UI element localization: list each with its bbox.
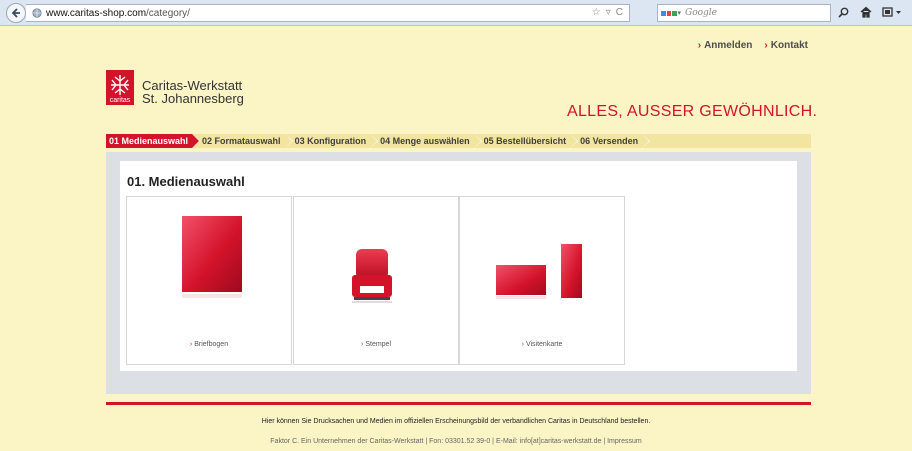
search-bar[interactable]: ▾ Google: [657, 4, 831, 22]
address-bar[interactable]: www.caritas-shop.com/category/ ☆ ▿ C: [26, 4, 630, 22]
step-label: 05 Bestellübersicht: [483, 136, 567, 146]
chevron-right-icon: ›: [697, 40, 702, 51]
step-label: 04 Menge auswählen: [380, 136, 470, 146]
footer-divider: [106, 402, 811, 405]
logo-mark-text: caritas: [109, 97, 131, 104]
business-card-image: [496, 244, 582, 299]
product-card-stempel[interactable]: › Stempel: [293, 196, 459, 365]
product-label: › Visitenkarte: [460, 341, 624, 348]
step-konfiguration[interactable]: 03 Konfiguration: [285, 134, 379, 148]
dropdown-arrow-icon[interactable]: ▿: [606, 7, 611, 18]
google-logo-icon[interactable]: ▾: [661, 7, 681, 19]
step-label: 02 Formatauswahl: [202, 136, 281, 146]
back-button[interactable]: [6, 3, 26, 23]
section-title: 01. Medienauswahl: [127, 174, 245, 189]
steps-bar: 01 Medienauswahl 02 Formatauswahl 03 Kon…: [106, 134, 811, 148]
product-card-briefbogen[interactable]: › Briefbogen: [126, 196, 292, 365]
caritas-logo[interactable]: caritas Caritas-Werkstatt St. Johannesbe…: [106, 70, 244, 105]
back-arrow-icon: [11, 8, 20, 18]
product-label: › Briefbogen: [127, 341, 291, 348]
step-label: 01 Medienauswahl: [109, 136, 189, 146]
product-name: Briefbogen: [194, 341, 229, 348]
product-card-visitenkarte[interactable]: › Visitenkarte: [459, 196, 625, 365]
letterhead-image: [182, 216, 242, 298]
login-link[interactable]: › Anmelden: [698, 40, 753, 51]
step-label: 03 Konfiguration: [294, 136, 367, 146]
search-placeholder: Google: [685, 8, 717, 18]
chevron-right-icon: ›: [360, 341, 364, 348]
step-menge-auswaehlen[interactable]: 04 Menge auswählen: [370, 134, 482, 148]
page: › Anmelden › Kontakt caritas Caritas-Werks…: [0, 27, 912, 451]
reload-icon[interactable]: C: [616, 7, 623, 18]
contact-label: Kontakt: [770, 40, 808, 51]
caritas-cross-logo: caritas: [106, 70, 134, 105]
chevron-right-icon: ›: [764, 40, 768, 51]
home-icon[interactable]: [859, 5, 873, 19]
media-selection-panel: 01. Medienauswahl › Briefbogen › Stempel…: [120, 161, 797, 371]
url-text: www.caritas-shop.com/category/: [46, 8, 190, 19]
contact-link[interactable]: › Kontakt: [764, 40, 808, 51]
step-label: 06 Versenden: [580, 136, 639, 146]
bookmark-star-icon[interactable]: ☆: [592, 7, 601, 18]
tagline: ALLES, AUSSER GEWÖHNLICH.: [567, 103, 818, 120]
product-label: › Stempel: [294, 341, 458, 348]
step-medienauswahl[interactable]: 01 Medienauswahl: [106, 134, 201, 148]
stamp-image: [352, 249, 392, 303]
url-domain: www.caritas-shop.com: [46, 7, 147, 19]
login-label: Anmelden: [704, 40, 753, 51]
chevron-right-icon: ›: [521, 341, 524, 348]
footer-contact: Faktor C. Ein Unternehmen der Caritas-We…: [270, 438, 642, 445]
url-path: /category/: [146, 7, 190, 19]
top-navigation: › Anmelden › Kontakt: [698, 40, 808, 51]
chevron-right-icon: ›: [189, 341, 193, 348]
step-bestelluebersicht[interactable]: 05 Bestellübersicht: [474, 134, 579, 148]
globe-icon: [32, 8, 42, 18]
product-name: Stempel: [365, 341, 392, 348]
product-name: Visitenkarte: [525, 341, 563, 348]
browser-toolbar: www.caritas-shop.com/category/ ☆ ▿ C ▾ G…: [0, 0, 912, 26]
step-versenden[interactable]: 06 Versenden: [570, 134, 651, 148]
step-formatauswahl[interactable]: 02 Formatauswahl: [192, 134, 293, 148]
footer-description: Hier können Sie Drucksachen und Medien i…: [261, 418, 651, 425]
menu-icon[interactable]: [880, 5, 904, 19]
logo-line-2: St. Johannesberg: [142, 91, 244, 106]
search-icon[interactable]: [836, 5, 850, 19]
